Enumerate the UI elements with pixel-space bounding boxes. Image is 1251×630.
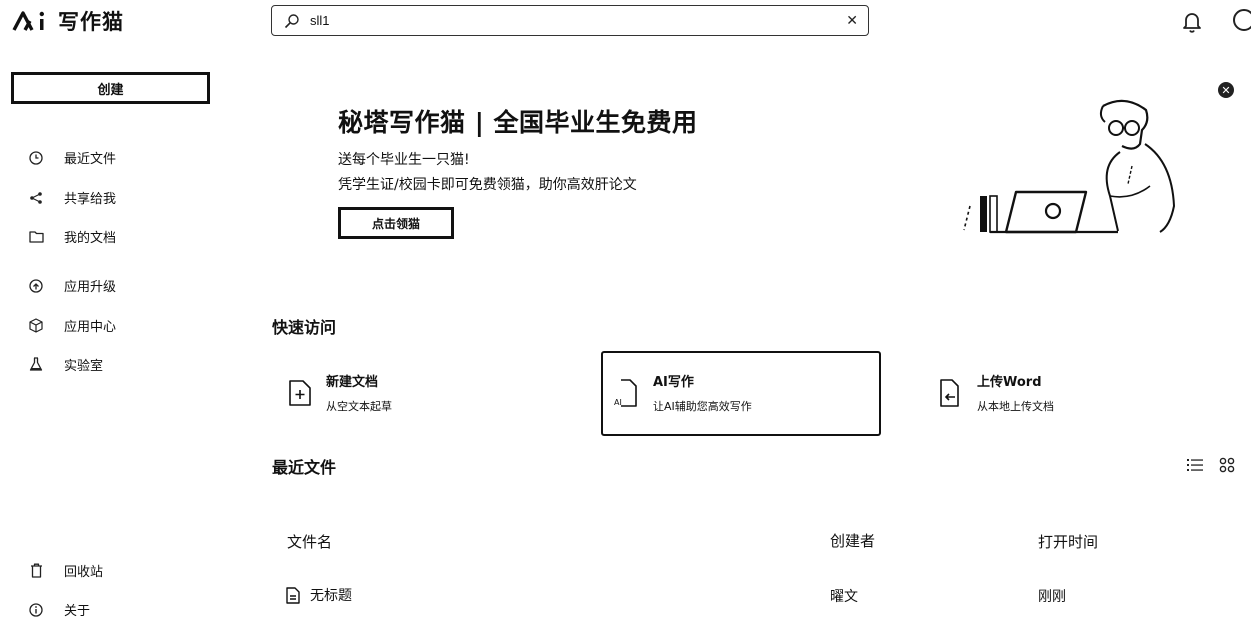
file-opened-time: 刚刚 (1038, 589, 1066, 605)
app-name: 写作猫 (58, 9, 124, 34)
card-title: AI写作 (653, 375, 694, 390)
column-header-filename[interactable]: 文件名 (287, 531, 332, 552)
sidebar-item-label: 最近文件 (64, 152, 117, 167)
share-icon (28, 190, 44, 206)
sidebar-item-label: 应用升级 (64, 280, 117, 295)
sidebar-item-lab[interactable]: 实验室 (28, 355, 103, 374)
card-title: 上传Word (977, 375, 1042, 390)
sidebar-item-trash[interactable]: 回收站 (28, 561, 103, 580)
banner-title: 秘塔写作猫 | 全国毕业生免费用 (338, 108, 698, 137)
banner-illustration (960, 96, 1180, 236)
flask-icon (28, 357, 44, 373)
trash-icon (28, 563, 44, 579)
sidebar-item-about[interactable]: 关于 (28, 600, 90, 619)
document-icon (286, 586, 300, 604)
sidebar-item-shared[interactable]: 共享给我 (28, 188, 116, 207)
sidebar-item-recent[interactable]: 最近文件 (28, 148, 116, 167)
ai-doc-icon: AI (613, 378, 639, 408)
svg-text:AI: AI (614, 398, 622, 407)
sidebar-item-label: 应用中心 (64, 320, 117, 335)
sidebar-item-label: 回收站 (64, 565, 104, 580)
grid-view-icon[interactable] (1219, 457, 1235, 473)
card-description: 从本地上传文档 (977, 400, 1054, 413)
card-description: 让AI辅助您高效写作 (653, 400, 752, 413)
avatar[interactable] (1233, 9, 1251, 31)
card-description: 从空文本起草 (326, 400, 392, 413)
column-header-opened[interactable]: 打开时间 (1038, 531, 1098, 552)
info-icon (28, 602, 44, 618)
search-icon (284, 13, 300, 29)
close-icon[interactable]: ✕ (846, 13, 858, 29)
new-document-card[interactable]: 新建文档 从空文本起草 (288, 371, 392, 414)
search-box[interactable]: ✕ (271, 5, 869, 36)
sidebar-item-label: 实验室 (64, 359, 104, 374)
upgrade-icon (28, 278, 44, 294)
bell-icon[interactable] (1181, 10, 1203, 34)
sidebar-item-upgrade[interactable]: 应用升级 (28, 276, 116, 295)
column-header-creator[interactable]: 创建者 (830, 530, 875, 551)
search-input[interactable] (310, 13, 847, 28)
cube-icon (28, 318, 44, 334)
upload-doc-icon (937, 378, 963, 408)
card-title: 新建文档 (326, 375, 379, 390)
create-button[interactable]: 创建 (11, 72, 210, 104)
file-creator: 曜文 (830, 589, 858, 605)
claim-cat-button[interactable]: 点击领猫 (338, 207, 454, 239)
quick-access-title: 快速访问 (272, 318, 337, 337)
banner-subtitle: 送每个毕业生一只猫! (338, 152, 470, 168)
sidebar-item-label: 共享给我 (64, 192, 117, 207)
recent-files-title: 最近文件 (272, 458, 337, 477)
clock-icon (28, 150, 44, 166)
file-name: 无标题 (310, 588, 352, 604)
sidebar-item-label: 我的文档 (64, 231, 117, 246)
new-doc-icon (288, 379, 312, 407)
ai-writing-card[interactable]: AI AI写作 让AI辅助您高效写作 (613, 371, 752, 414)
app-logo[interactable]: 写作猫 (12, 6, 124, 36)
table-row[interactable]: 无标题 (286, 585, 352, 605)
sidebar-item-label: 关于 (64, 604, 91, 619)
upload-word-card[interactable]: 上传Word 从本地上传文档 (937, 371, 1054, 414)
folder-icon (28, 229, 44, 245)
list-view-icon[interactable] (1187, 458, 1203, 472)
sidebar-item-app-center[interactable]: 应用中心 (28, 316, 116, 335)
sidebar-item-my-docs[interactable]: 我的文档 (28, 227, 116, 246)
close-icon[interactable]: ✕ (1218, 82, 1234, 98)
logo-icon (12, 11, 44, 31)
banner-description: 凭学生证/校园卡即可免费领猫，助你高效肝论文 (338, 177, 637, 193)
